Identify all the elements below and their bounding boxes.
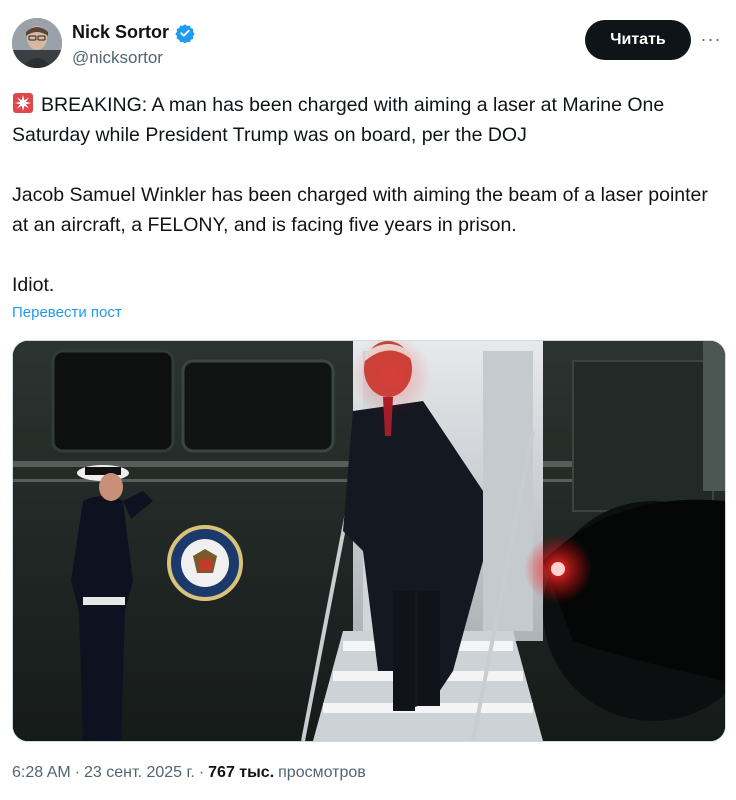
tweet-header: Nick Sortor @nicksortor Читать ···: [12, 18, 724, 74]
views-count: 767 тыс.: [208, 764, 275, 781]
tweet-line-1: BREAKING: A man has been charged with ai…: [12, 94, 665, 146]
tweet-meta: 6:28 AM · 23 сент. 2025 г. · 767 тыс. пр…: [12, 764, 366, 782]
verified-badge-icon: [175, 23, 195, 44]
author-handle[interactable]: @nicksortor: [72, 48, 163, 68]
separator-dot: ·: [198, 764, 205, 781]
author-name[interactable]: Nick Sortor: [72, 22, 169, 43]
more-options-icon[interactable]: ···: [698, 26, 724, 52]
post-date[interactable]: 23 сент. 2025 г.: [84, 764, 195, 782]
tweet-line-2: Jacob Samuel Winkler has been charged wi…: [12, 184, 708, 236]
separator-dot: ·: [74, 764, 81, 781]
author-name-row: Nick Sortor: [72, 22, 195, 44]
post-time[interactable]: 6:28 AM: [12, 764, 71, 782]
translate-link[interactable]: Перевести пост: [12, 304, 122, 321]
siren-emoji-icon: [12, 92, 34, 114]
tweet-body: BREAKING: A man has been charged with ai…: [12, 90, 724, 300]
tweet-line-3: Idiot.: [12, 274, 55, 296]
tweet-photo[interactable]: [12, 340, 726, 742]
tweet-paragraph-1: BREAKING: A man has been charged with ai…: [12, 90, 724, 150]
avatar[interactable]: [12, 18, 62, 68]
read-button[interactable]: Читать: [585, 20, 691, 60]
views-label: просмотров: [278, 764, 366, 781]
